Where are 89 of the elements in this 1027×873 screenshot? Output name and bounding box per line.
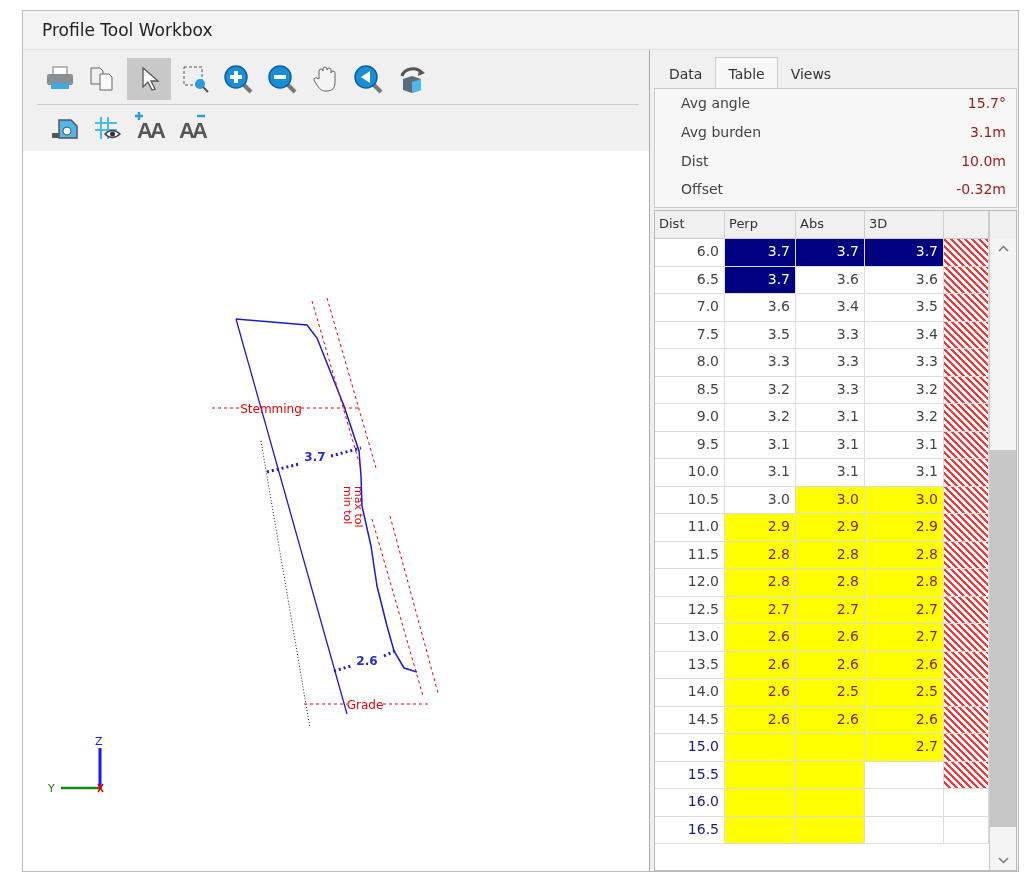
- table-cell: 2.6: [725, 706, 796, 734]
- printer-icon: [45, 66, 75, 92]
- table-cell: 2.5: [865, 679, 944, 707]
- table-cell: 7.0: [655, 294, 725, 322]
- table-cell: 2.8: [865, 569, 944, 597]
- table-cell: 2.8: [796, 541, 865, 569]
- table-cell: 7.5: [655, 321, 725, 349]
- table-cell: 2.8: [865, 541, 944, 569]
- table-cell: 2.9: [796, 514, 865, 542]
- summary-label: Avg burden: [681, 123, 763, 142]
- table-cell: 2.7: [725, 596, 796, 624]
- table-cell: 2.6: [796, 624, 865, 652]
- tab[interactable]: Data: [656, 59, 716, 88]
- scrollbar[interactable]: [990, 239, 1016, 870]
- table-cell: 3.2: [725, 404, 796, 432]
- zoom-back-icon: [353, 64, 385, 94]
- table-cell: 2.6: [725, 624, 796, 652]
- hand-icon: [313, 65, 339, 93]
- table-cell: 3.3: [796, 349, 865, 377]
- tolerance-label: max tol: [352, 486, 365, 528]
- tab[interactable]: Views: [777, 59, 845, 88]
- table-cell: 3.7: [796, 239, 865, 267]
- table-cell: 3.3: [725, 349, 796, 377]
- table-cell: 2.6: [865, 651, 944, 679]
- summary-value: -0.32m: [956, 181, 1006, 200]
- table-cell: 3.4: [796, 294, 865, 322]
- scroll-down-icon[interactable]: [997, 857, 1009, 864]
- table-cell: 3.1: [725, 431, 796, 459]
- table-cell: 2.6: [725, 651, 796, 679]
- table-cell: 3.0: [796, 486, 865, 514]
- table-cell: 2.6: [725, 679, 796, 707]
- table-cell: 2.9: [725, 514, 796, 542]
- table-cell: 3.0: [865, 486, 944, 514]
- table-cell: 2.7: [865, 734, 944, 762]
- tab[interactable]: Table: [715, 57, 778, 88]
- box-icon: [51, 116, 81, 140]
- table-cell: 3.7: [725, 239, 796, 267]
- tool-button[interactable]: [127, 58, 171, 100]
- table-cell: 10.0: [655, 459, 725, 487]
- table-cell: 2.7: [865, 596, 944, 624]
- table-cell: 3.3: [796, 376, 865, 404]
- burden-label: 2.6: [356, 654, 378, 668]
- table-cell: 3.7: [865, 239, 944, 267]
- table-cell: 3.2: [725, 376, 796, 404]
- table-cell: 2.5: [796, 679, 865, 707]
- table-cell: 9.5: [655, 431, 725, 459]
- table-cell: 3.1: [725, 459, 796, 487]
- tolerance-label: min tol: [341, 486, 354, 525]
- table-cell: 2.6: [796, 706, 865, 734]
- summary-label: Offset: [681, 181, 725, 200]
- table-cell: 9.0: [655, 404, 725, 432]
- axis-label: Z: [95, 735, 103, 748]
- table-cell: 3.3: [796, 321, 865, 349]
- header-corner: [990, 211, 1016, 239]
- axes-icon: [61, 748, 104, 793]
- scrollbar-thumb[interactable]: [990, 450, 1016, 827]
- axis-label: Y: [48, 782, 55, 795]
- table-cell: 3.1: [796, 404, 865, 432]
- zoom-in-icon: [223, 64, 255, 94]
- table-cell: 3.6: [796, 266, 865, 294]
- table-cell: 2.8: [725, 541, 796, 569]
- burden-label: 3.7: [304, 450, 326, 464]
- zoom-box-icon: [181, 64, 211, 94]
- summary-value: 3.1m: [969, 123, 1006, 142]
- summary-value: 10.0m: [960, 152, 1006, 171]
- table-cell: 2.8: [796, 569, 865, 597]
- table-cell: 3.7: [725, 266, 796, 294]
- table-cell: 3.1: [796, 459, 865, 487]
- scroll-up-icon[interactable]: [997, 245, 1009, 252]
- table-cell: 2.7: [865, 624, 944, 652]
- summary-value: 15.7°: [966, 95, 1006, 113]
- column-header[interactable]: Dist: [655, 211, 725, 239]
- table-cell: 2.9: [865, 514, 944, 542]
- table-cell: 3.5: [725, 321, 796, 349]
- table-cell: 3.1: [796, 431, 865, 459]
- table-cell: 2.7: [796, 596, 865, 624]
- table-cell: 8.0: [655, 349, 725, 377]
- grade-label: Grade: [346, 698, 384, 712]
- grid-eye-icon: [93, 115, 123, 141]
- summary-label: Dist: [681, 152, 710, 171]
- table-cell: 2.8: [725, 569, 796, 597]
- table-cell: 8.5: [655, 376, 725, 404]
- burden-line: [332, 649, 397, 673]
- zoom-out-icon: [267, 64, 299, 94]
- table-cell: 10.5: [655, 486, 725, 514]
- table-cell: 2.6: [796, 651, 865, 679]
- table-cell: 3.6: [725, 294, 796, 322]
- table-cell: 2.6: [865, 706, 944, 734]
- summary-label: Avg angle: [681, 95, 752, 113]
